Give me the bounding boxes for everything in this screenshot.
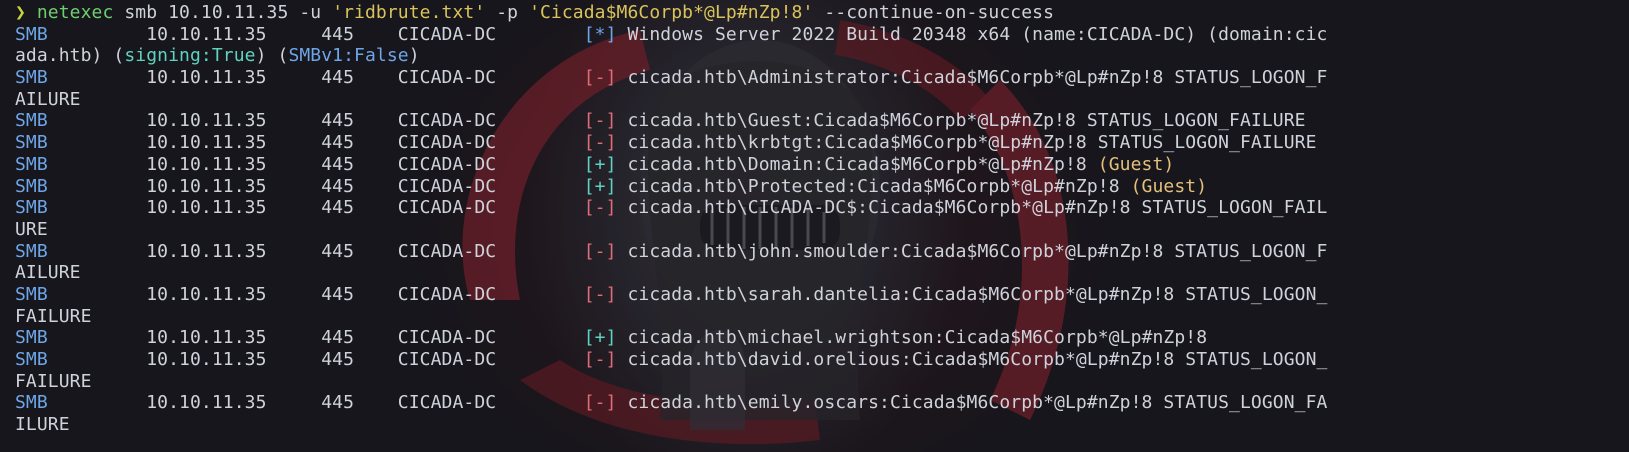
output-line-wrap: ILURE	[15, 414, 1615, 436]
protocol-label: SMB	[15, 23, 48, 45]
guest-badge: (Guest)	[1130, 175, 1208, 197]
status-tag: [*]	[583, 23, 617, 45]
wrap-text: FAILURE	[15, 370, 92, 392]
host-info: 10.10.11.35 445 CICADA-DC	[47, 153, 584, 175]
output-line-wrap: AILURE	[15, 262, 1615, 284]
host-info: 10.10.11.35 445 CICADA-DC	[47, 283, 584, 305]
output-line: SMB 10.10.11.35 445 CICADA-DC [-] cicada…	[15, 284, 1615, 306]
message: cicada.htb\krbtgt:Cicada$M6Corpb*@Lp#nZp…	[616, 132, 1317, 154]
output-line-wrap: FAILURE	[15, 306, 1615, 328]
wrap-text: URE	[15, 218, 48, 240]
status-tag: [-]	[583, 392, 617, 414]
output-line: SMB 10.10.11.35 445 CICADA-DC [-] cicada…	[15, 110, 1615, 132]
wrap-text: ) (	[255, 45, 289, 67]
message: cicada.htb\david.orelious:Cicada$M6Corpb…	[616, 349, 1328, 370]
command-pass-flag: -p	[485, 2, 530, 23]
message: cicada.htb\sarah.dantelia:Cicada$M6Corpb…	[616, 283, 1328, 305]
status-tag: [-]	[583, 110, 617, 132]
output-line: SMB 10.10.11.35 445 CICADA-DC [-] cicada…	[15, 67, 1615, 89]
output-line: SMB 10.10.11.35 445 CICADA-DC [-] cicada…	[15, 132, 1615, 154]
protocol-label: SMB	[15, 197, 48, 219]
host-info: 10.10.11.35 445 CICADA-DC	[47, 132, 584, 154]
protocol-label: SMB	[15, 132, 48, 154]
command-args: smb 10.10.11.35 -u	[113, 2, 333, 23]
output-line: SMB 10.10.11.35 445 CICADA-DC [-] cicada…	[15, 392, 1615, 414]
output-line-wrap: FAILURE	[15, 371, 1615, 393]
protocol-label: SMB	[15, 283, 48, 305]
message: cicada.htb\Domain:Cicada$M6Corpb*@Lp#nZp…	[616, 153, 1098, 175]
command-program: netexec	[36, 2, 114, 23]
protocol-label: SMB	[15, 327, 48, 349]
output-line-wrap: URE	[15, 219, 1615, 241]
protocol-label: SMB	[15, 392, 48, 414]
protocol-label: SMB	[15, 153, 48, 175]
output-line: SMB 10.10.11.35 445 CICADA-DC [*] Window…	[15, 24, 1615, 46]
host-info: 10.10.11.35 445 CICADA-DC	[47, 110, 584, 132]
output-line: SMB 10.10.11.35 445 CICADA-DC [+] cicada…	[15, 176, 1615, 198]
host-info: 10.10.11.35 445 CICADA-DC	[47, 327, 584, 349]
command-tail: --continue-on-success	[813, 2, 1055, 23]
status-tag: [-]	[583, 283, 617, 305]
host-info: 10.10.11.35 445 CICADA-DC	[47, 240, 584, 262]
wrap-text: )	[408, 45, 420, 67]
smbv1-flag: SMBv1:False	[288, 45, 409, 67]
status-tag: [-]	[583, 132, 617, 154]
host-info: 10.10.11.35 445 CICADA-DC	[47, 392, 584, 414]
status-tag: [-]	[583, 240, 617, 262]
message: cicada.htb\Administrator:Cicada$M6Corpb*…	[616, 67, 1328, 89]
host-info: 10.10.11.35 445 CICADA-DC	[47, 67, 584, 89]
host-info: 10.10.11.35 445 CICADA-DC	[47, 175, 584, 197]
signing-flag: signing:True	[124, 45, 256, 67]
wrap-text: ILURE	[15, 414, 70, 436]
protocol-label: SMB	[15, 67, 48, 89]
protocol-label: SMB	[15, 110, 48, 132]
status-tag: [+]	[583, 175, 617, 197]
output-line: SMB 10.10.11.35 445 CICADA-DC [-] cicada…	[15, 241, 1615, 263]
host-info: 10.10.11.35 445 CICADA-DC	[47, 23, 584, 45]
host-info: 10.10.11.35 445 CICADA-DC	[47, 349, 584, 370]
message: cicada.htb\michael.wrightson:Cicada$M6Co…	[616, 327, 1208, 349]
status-tag: [-]	[583, 67, 617, 89]
status-tag: [+]	[583, 327, 617, 349]
terminal-output: ❯ netexec smb 10.10.11.35 -u 'ridbrute.t…	[15, 2, 1615, 436]
output-line: SMB 10.10.11.35 445 CICADA-DC [+] cicada…	[15, 154, 1615, 176]
wrap-text: AILURE	[15, 262, 81, 284]
prompt-icon: ❯	[15, 2, 26, 23]
message: cicada.htb\Protected:Cicada$M6Corpb*@Lp#…	[616, 175, 1131, 197]
message: cicada.htb\CICADA-DC$:Cicada$M6Corpb*@Lp…	[616, 197, 1328, 219]
wrap-text: ada.htb) (	[15, 45, 125, 67]
status-tag: [-]	[583, 197, 617, 219]
message: cicada.htb\Guest:Cicada$M6Corpb*@Lp#nZp!…	[616, 110, 1306, 132]
guest-badge: (Guest)	[1097, 153, 1175, 175]
status-tag: [+]	[583, 153, 617, 175]
wrap-text: AILURE	[15, 88, 81, 110]
output-line-wrap: AILURE	[15, 89, 1615, 111]
command-line: ❯ netexec smb 10.10.11.35 -u 'ridbrute.t…	[15, 2, 1615, 24]
status-tag: [-]	[583, 349, 617, 370]
message: cicada.htb\emily.oscars:Cicada$M6Corpb*@…	[616, 392, 1328, 414]
message: cicada.htb\john.smoulder:Cicada$M6Corpb*…	[616, 240, 1328, 262]
wrap-text: FAILURE	[15, 305, 92, 327]
protocol-label: SMB	[15, 240, 48, 262]
protocol-label: SMB	[15, 349, 48, 370]
output-line: SMB 10.10.11.35 445 CICADA-DC [-] cicada…	[15, 349, 1615, 371]
host-info: 10.10.11.35 445 CICADA-DC	[47, 197, 584, 219]
command-password: 'Cicada$M6Corpb*@Lp#nZp!8'	[529, 2, 814, 23]
output-line: SMB 10.10.11.35 445 CICADA-DC [+] cicada…	[15, 327, 1615, 349]
terminal-window[interactable]: ❯ netexec smb 10.10.11.35 -u 'ridbrute.t…	[0, 0, 1629, 452]
command-user-file: 'ridbrute.txt'	[332, 2, 486, 23]
message: Windows Server 2022 Build 20348 x64 (nam…	[616, 23, 1328, 45]
protocol-label: SMB	[15, 175, 48, 197]
output-line: SMB 10.10.11.35 445 CICADA-DC [-] cicada…	[15, 197, 1615, 219]
output-line-wrap: ada.htb) (signing:True) (SMBv1:False)	[15, 45, 1615, 67]
